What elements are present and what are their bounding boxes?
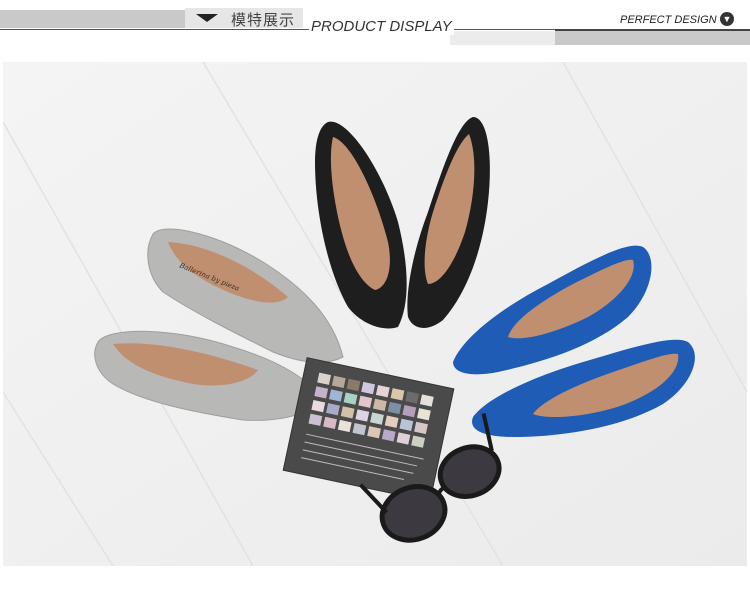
header-bar-right xyxy=(555,31,750,45)
header-bar-left xyxy=(0,10,185,28)
tagline: PERFECT DESIGN xyxy=(620,14,717,26)
triangle-icon xyxy=(196,14,218,22)
tagline-underline xyxy=(555,29,750,31)
product-photo: Ballerina by pieza xyxy=(3,62,747,566)
header-bar-mid xyxy=(450,31,555,45)
chevron-down-icon: ▼ xyxy=(720,12,734,26)
section-title-en: PRODUCT DISPLAY xyxy=(309,18,454,35)
section-title-cn: 模特展示 xyxy=(231,11,296,29)
page-header: 模特展示 PRODUCT DISPLAY PERFECT DESIGN ▼ xyxy=(0,0,750,48)
